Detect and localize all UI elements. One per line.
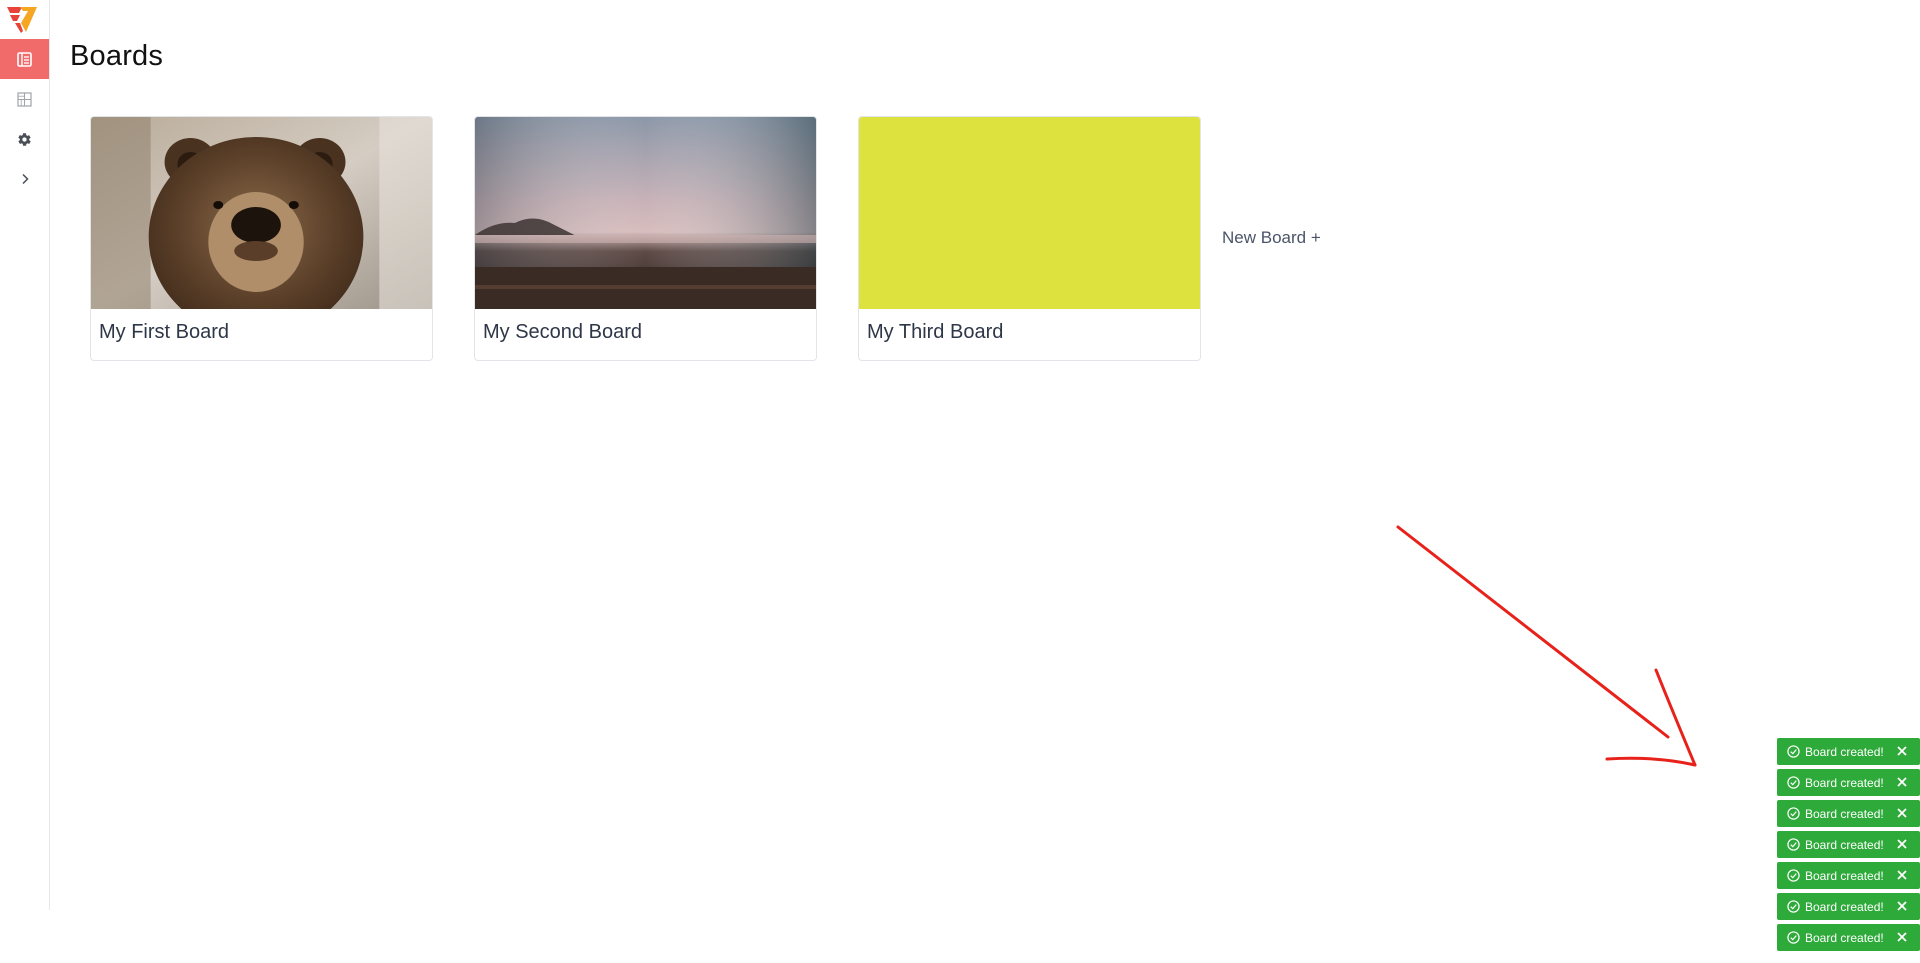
toast-message: Board created! (1805, 930, 1884, 945)
toast-message: Board created! (1805, 899, 1884, 914)
page-title: Boards (70, 40, 164, 72)
toast-notification: Board created! (1777, 831, 1920, 858)
sidebar-item-expand[interactable] (0, 159, 49, 199)
annotation-arrow (1396, 525, 1697, 767)
grid-icon (17, 91, 32, 107)
close-icon[interactable] (1894, 774, 1910, 790)
gear-icon (18, 132, 31, 146)
board-card[interactable]: My Third Board (858, 116, 1201, 361)
board-cover-image (475, 117, 816, 309)
toast-notification: Board created! (1777, 862, 1920, 889)
toast-message: Board created! (1805, 806, 1884, 821)
toast-message: Board created! (1805, 868, 1884, 883)
check-circle-icon (1786, 745, 1800, 759)
close-icon[interactable] (1894, 867, 1910, 883)
check-circle-icon (1786, 931, 1800, 945)
board-cover-image (91, 117, 432, 309)
toast-notification: Board created! (1777, 893, 1920, 920)
board-title: My Second Board (483, 321, 642, 343)
boards-list-icon (17, 51, 32, 67)
chevron-right-icon (21, 173, 29, 185)
close-icon[interactable] (1894, 743, 1910, 759)
toast-notification: Board created! (1777, 800, 1920, 827)
board-title: My Third Board (867, 321, 1004, 343)
check-circle-icon (1786, 807, 1800, 821)
app: Boards My First Board My Second Board My… (0, 0, 1920, 963)
logo-icon (7, 7, 37, 33)
close-icon[interactable] (1894, 836, 1910, 852)
sidebar (0, 0, 50, 910)
board-card[interactable]: My First Board (90, 116, 433, 361)
toast-message: Board created! (1805, 775, 1884, 790)
sidebar-item-grid[interactable] (0, 79, 49, 119)
board-cover-color (859, 117, 1200, 309)
board-title: My First Board (99, 321, 230, 343)
sidebar-item-settings[interactable] (0, 119, 49, 159)
toast-notification: Board created! (1777, 769, 1920, 796)
check-circle-icon (1786, 869, 1800, 883)
toast-message: Board created! (1805, 837, 1884, 852)
sidebar-item-boards[interactable] (0, 39, 49, 79)
toast-stack: Board created! Board created! Board crea… (1777, 738, 1920, 955)
check-circle-icon (1786, 776, 1800, 790)
close-icon[interactable] (1894, 929, 1910, 945)
check-circle-icon (1786, 838, 1800, 852)
new-board-button[interactable]: New Board + (1222, 228, 1321, 248)
close-icon[interactable] (1894, 805, 1910, 821)
close-icon[interactable] (1894, 898, 1910, 914)
toast-notification: Board created! (1777, 924, 1920, 951)
check-circle-icon (1786, 900, 1800, 914)
board-card[interactable]: My Second Board (474, 116, 817, 361)
toast-notification: Board created! (1777, 738, 1920, 765)
toast-message: Board created! (1805, 744, 1884, 759)
